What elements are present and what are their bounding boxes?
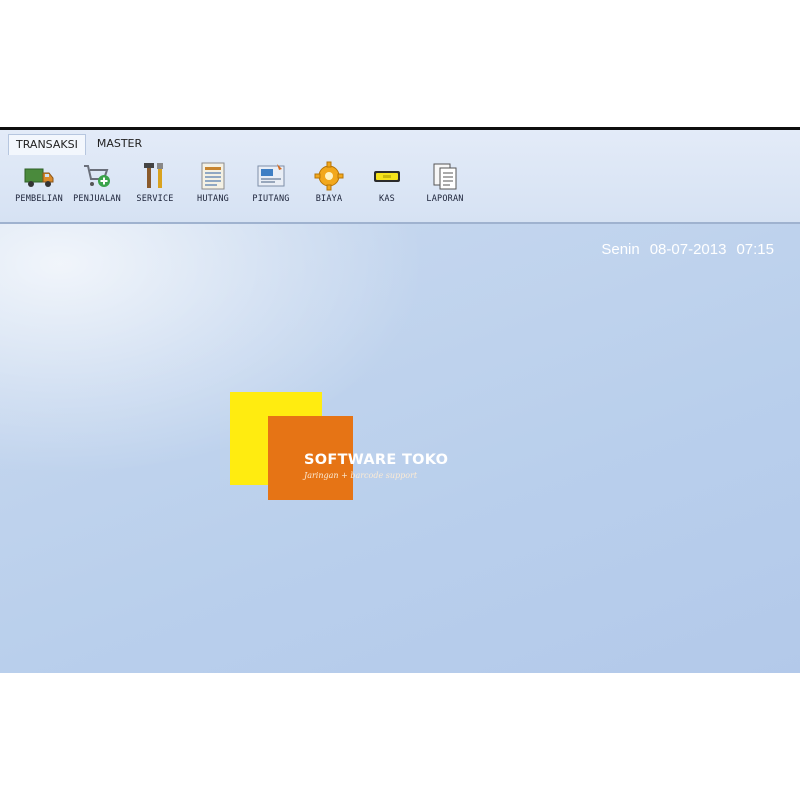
- laporan-button[interactable]: LAPORAN: [416, 160, 474, 208]
- penjualan-button[interactable]: PENJUALAN: [68, 160, 126, 208]
- ribbon: TRANSAKSI MASTER PEMBELIAN PENJUALAN SER…: [0, 130, 800, 224]
- ledger-icon: [197, 160, 229, 192]
- date-label: 08-07-2013: [649, 241, 727, 258]
- software-toko-logo: SOFTWARE TOKO Jaringan + barcode support: [230, 392, 530, 502]
- logo-subtitle: Jaringan + barcode support: [304, 471, 418, 480]
- laporan-label: LAPORAN: [426, 194, 464, 204]
- ribbon-tabs: TRANSAKSI MASTER: [8, 134, 153, 156]
- app-window: TRANSAKSI MASTER PEMBELIAN PENJUALAN SER…: [0, 127, 800, 673]
- toolbar: PEMBELIAN PENJUALAN SERVICE HUTANG PIUTA…: [10, 160, 474, 208]
- day-label: Senin: [601, 241, 640, 258]
- report-icon: [429, 160, 461, 192]
- hutang-label: HUTANG: [197, 194, 229, 204]
- service-button[interactable]: SERVICE: [126, 160, 184, 208]
- gear-icon: [313, 160, 345, 192]
- kas-label: KAS: [379, 194, 395, 204]
- main-area: Senin 08-07-2013 07:15 SOFTWARE TOKO Jar…: [0, 224, 800, 673]
- datetime-display: Senin 08-07-2013 07:15: [591, 241, 774, 258]
- biaya-label: BIAYA: [315, 194, 343, 204]
- tab-transaksi[interactable]: TRANSAKSI: [8, 134, 86, 155]
- biaya-button[interactable]: BIAYA: [300, 160, 358, 208]
- pembelian-button[interactable]: PEMBELIAN: [10, 160, 68, 208]
- piutang-button[interactable]: PIUTANG: [242, 160, 300, 208]
- tab-master[interactable]: MASTER: [90, 134, 149, 154]
- receivable-icon: [255, 160, 287, 192]
- truck-icon: [23, 160, 55, 192]
- time-label: 07:15: [736, 241, 774, 258]
- cash-drawer-icon: [371, 160, 403, 192]
- kas-button[interactable]: KAS: [358, 160, 416, 208]
- piutang-label: PIUTANG: [252, 194, 290, 204]
- cart-add-icon: [81, 160, 113, 192]
- pembelian-label: PEMBELIAN: [15, 194, 63, 204]
- hutang-button[interactable]: HUTANG: [184, 160, 242, 208]
- logo-title: SOFTWARE TOKO: [304, 452, 449, 468]
- tools-icon: [139, 160, 171, 192]
- service-label: SERVICE: [136, 194, 174, 204]
- penjualan-label: PENJUALAN: [73, 194, 121, 204]
